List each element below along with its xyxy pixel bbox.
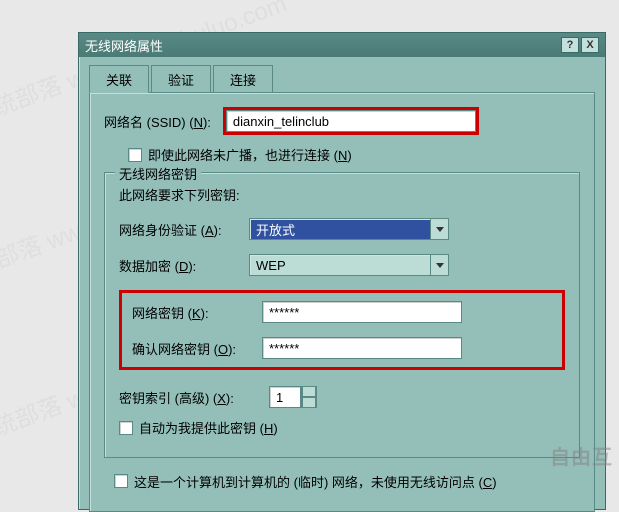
encryption-combo-value: WEP [249,254,431,276]
key-fields-highlight: 网络密钥 (K): 确认网络密钥 (O): [119,290,565,370]
titlebar: 无线网络属性 ? X [79,33,605,57]
broadcast-label: 即使此网络未广播，也进行连接 (N) [148,145,352,164]
network-key-input[interactable] [262,301,462,323]
key-groupbox: 无线网络密钥 此网络要求下列密钥: 网络身份验证 (A): 开放式 数据加密 (… [104,172,580,458]
network-key-label: 网络密钥 (K): [132,303,262,322]
tab-panel-association: 网络名 (SSID) (N): 即使此网络未广播，也进行连接 (N) 无线网络密… [89,92,595,512]
auth-combo-button[interactable] [431,218,449,240]
tab-association[interactable]: 关联 [89,65,149,93]
auto-key-label: 自动为我提供此密钥 (H) [139,418,278,437]
chevron-down-icon [436,227,444,232]
tab-strip: 关联 验证 连接 [89,65,595,92]
key-index-spinner[interactable] [269,386,317,408]
key-index-value[interactable] [269,386,301,408]
dialog-window: 无线网络属性 ? X 关联 验证 连接 网络名 (SSID) (N): 即使此网… [78,32,606,510]
tab-connection[interactable]: 连接 [213,65,273,92]
key-require-text: 此网络要求下列密钥: [119,185,565,204]
ssid-input[interactable] [226,110,476,132]
encryption-combo[interactable]: WEP [249,254,449,276]
auto-key-checkbox[interactable] [119,421,133,435]
chevron-up-icon [302,386,316,397]
auth-combo[interactable]: 开放式 [249,218,449,240]
confirm-key-label: 确认网络密钥 (O): [132,339,262,358]
close-button[interactable]: X [581,37,599,53]
help-button[interactable]: ? [561,37,579,53]
ssid-highlight [223,107,479,135]
tab-authentication[interactable]: 验证 [151,65,211,92]
adhoc-checkbox[interactable] [114,474,128,488]
adhoc-label: 这是一个计算机到计算机的 (临时) 网络，未使用无线访问点 (C) [134,472,497,491]
auth-label: 网络身份验证 (A): [119,220,249,239]
confirm-key-input[interactable] [262,337,462,359]
key-group-legend: 无线网络密钥 [115,164,201,183]
auth-combo-value: 开放式 [249,218,431,240]
chevron-down-icon [436,263,444,268]
chevron-down-icon [302,397,316,408]
key-index-label: 密钥索引 (高级) (X): [119,388,269,407]
spinner-up-button[interactable] [301,386,317,397]
encryption-label: 数据加密 (D): [119,256,249,275]
encryption-combo-button[interactable] [431,254,449,276]
window-title: 无线网络属性 [85,36,559,55]
broadcast-checkbox[interactable] [128,148,142,162]
ssid-label: 网络名 (SSID) (N): [104,112,211,131]
spinner-down-button[interactable] [301,397,317,408]
